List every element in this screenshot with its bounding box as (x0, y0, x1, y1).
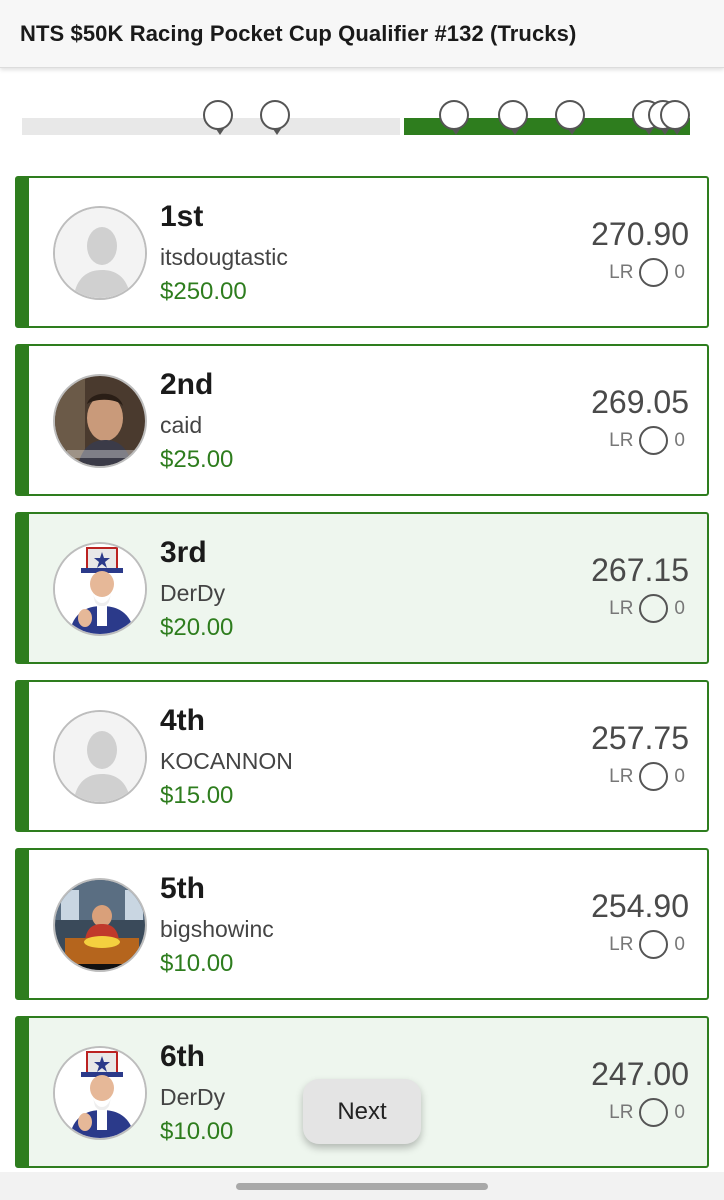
username: caid (160, 412, 203, 438)
username: DerDy (160, 580, 226, 606)
lr-value: 0 (674, 1101, 685, 1123)
default-avatar-icon (53, 710, 147, 804)
score-value: 270.90 (591, 216, 689, 252)
lr-label: LR (609, 765, 634, 787)
lr-indicator: LR 0 (609, 426, 685, 455)
lr-indicator: LR 0 (609, 930, 685, 959)
lr-indicator: LR 0 (609, 594, 685, 623)
prize-amount: $15.00 (160, 782, 234, 809)
prize-amount: $250.00 (160, 278, 247, 305)
rank-label: 5th (160, 872, 205, 905)
home-indicator[interactable] (236, 1183, 488, 1190)
username: KOCANNON (160, 748, 293, 774)
result-card[interactable]: 4th KOCANNON $15.00 257.75 LR 0 (15, 680, 709, 832)
rank-label: 3rd (160, 536, 207, 569)
result-card[interactable]: 3rd DerDy $20.00 267.15 LR 0 (15, 512, 709, 664)
default-avatar-icon (53, 206, 147, 300)
uncle-sam-avatar (53, 542, 147, 636)
lr-value: 0 (674, 765, 685, 787)
lr-circle-icon (639, 426, 669, 455)
prize-amount: $20.00 (160, 614, 234, 641)
lr-label: LR (609, 261, 634, 283)
lr-label: LR (609, 597, 634, 619)
next-button[interactable]: Next (303, 1079, 421, 1144)
lr-label: LR (609, 933, 634, 955)
rank-label: 6th (160, 1040, 205, 1073)
lr-label: LR (609, 429, 634, 451)
race-timeline (0, 88, 724, 148)
lr-circle-icon (639, 1098, 669, 1127)
lr-circle-icon (639, 930, 669, 959)
result-card[interactable]: 2nd caid $25.00 269.05 LR 0 (15, 344, 709, 496)
lr-value: 0 (674, 597, 685, 619)
lr-label: LR (609, 1101, 634, 1123)
username: itsdougtastic (160, 244, 288, 270)
lr-indicator: LR 0 (609, 258, 685, 287)
lr-indicator: LR 0 (609, 762, 685, 791)
lr-circle-icon (639, 762, 669, 791)
lr-value: 0 (674, 933, 685, 955)
timeline-marker[interactable] (555, 100, 585, 135)
rank-label: 2nd (160, 368, 214, 401)
timeline-marker[interactable] (439, 100, 469, 135)
rank-label: 1st (160, 200, 204, 233)
score-value: 257.75 (591, 720, 689, 756)
uncle-sam-avatar (53, 1046, 147, 1140)
timeline-marker[interactable] (260, 100, 290, 135)
lr-circle-icon (639, 594, 669, 623)
results-list: 1st itsdougtastic $250.00 270.90 LR 0 2n… (15, 176, 709, 1184)
lr-value: 0 (674, 429, 685, 451)
username: DerDy (160, 1084, 226, 1110)
timeline-marker[interactable] (203, 100, 233, 135)
photo-avatar (53, 374, 147, 468)
result-card[interactable]: 1st itsdougtastic $250.00 270.90 LR 0 (15, 176, 709, 328)
photo-avatar (53, 878, 147, 972)
app-header: NTS $50K Racing Pocket Cup Qualifier #13… (0, 0, 724, 68)
score-value: 269.05 (591, 384, 689, 420)
timeline-marker[interactable] (660, 100, 690, 135)
score-value: 267.15 (591, 552, 689, 588)
result-card[interactable]: 5th bigshowinc $10.00 254.90 LR 0 (15, 848, 709, 1000)
timeline-marker[interactable] (498, 100, 528, 135)
rank-label: 4th (160, 704, 205, 737)
username: bigshowinc (160, 916, 274, 942)
prize-amount: $10.00 (160, 1118, 234, 1145)
lr-indicator: LR 0 (609, 1098, 685, 1127)
lr-circle-icon (639, 258, 669, 287)
prize-amount: $10.00 (160, 950, 234, 977)
score-value: 247.00 (591, 1056, 689, 1092)
page-title: NTS $50K Racing Pocket Cup Qualifier #13… (20, 20, 577, 46)
prize-amount: $25.00 (160, 446, 234, 473)
score-value: 254.90 (591, 888, 689, 924)
lr-value: 0 (674, 261, 685, 283)
